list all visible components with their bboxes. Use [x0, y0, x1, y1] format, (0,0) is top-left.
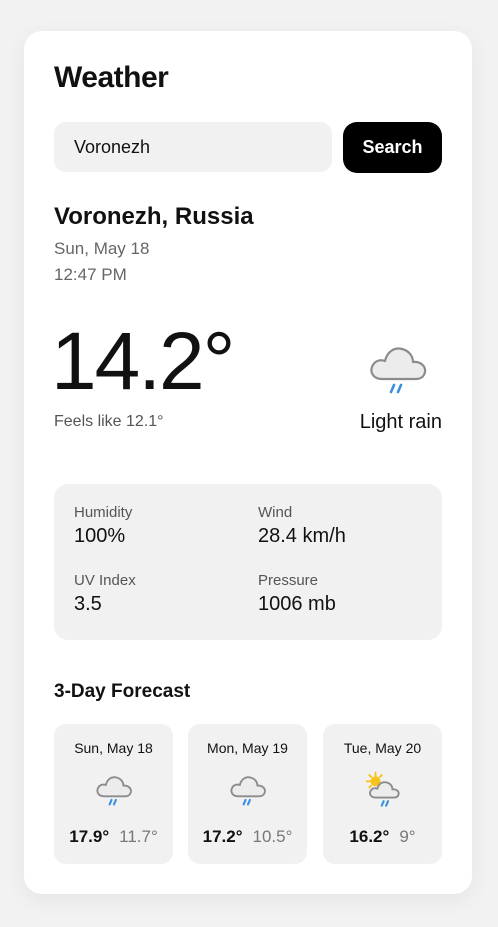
- forecast-temps: 17.2° 10.5°: [188, 827, 307, 847]
- condition-text: Light rain: [359, 411, 442, 433]
- details-panel: Humidity 100% Wind 28.4 km/h UV Index 3.…: [54, 484, 442, 640]
- search-button[interactable]: Search: [343, 122, 442, 173]
- cloud-rain-icon: [96, 776, 132, 806]
- app-title: Weather: [54, 61, 169, 94]
- humidity-value: 100%: [74, 525, 126, 547]
- search-input[interactable]: [54, 122, 332, 172]
- forecast-day-card: Sun, May 18 17.9° 11.7°: [54, 724, 173, 864]
- pressure-label: Pressure: [258, 572, 319, 589]
- forecast-low: 9°: [399, 827, 416, 846]
- forecast-day-card: Tue, May 20 16.2° 9°: [323, 724, 442, 864]
- feels-like: Feels like 12.1°: [54, 413, 164, 430]
- uv-detail: UV Index 3.5: [74, 572, 136, 616]
- current-temperature: 14.2°: [51, 316, 235, 407]
- sun-cloud-rain-icon: [365, 771, 400, 807]
- current-time: 12:47 PM: [54, 265, 127, 284]
- cloud-rain-icon: [370, 347, 427, 394]
- weather-card: Weather Search Voronezh, Russia Sun, May…: [24, 31, 472, 894]
- current-date: Sun, May 18: [54, 239, 150, 258]
- humidity-detail: Humidity 100%: [74, 504, 132, 548]
- wind-value: 28.4 km/h: [258, 525, 346, 547]
- forecast-temps: 17.9° 11.7°: [54, 827, 173, 847]
- wind-detail: Wind 28.4 km/h: [258, 504, 346, 548]
- cloud-rain-icon: [230, 776, 266, 806]
- forecast-day-label: Mon, May 19: [207, 740, 288, 756]
- forecast-high: 16.2°: [349, 827, 390, 846]
- location-name: Voronezh, Russia: [54, 203, 254, 230]
- forecast-day-label: Tue, May 20: [343, 740, 422, 756]
- forecast-low: 11.7°: [119, 827, 158, 846]
- pressure-value: 1006 mb: [258, 593, 336, 615]
- forecast-high: 17.9°: [69, 827, 110, 846]
- forecast-title: 3-Day Forecast: [54, 681, 191, 702]
- pressure-detail: Pressure 1006 mb: [258, 572, 336, 616]
- humidity-label: Humidity: [74, 504, 133, 521]
- uv-label: UV Index: [74, 572, 136, 589]
- forecast-day-label: Sun, May 18: [74, 740, 153, 756]
- forecast-high: 17.2°: [202, 827, 243, 846]
- forecast-day-card: Mon, May 19 17.2° 10.5°: [188, 724, 307, 864]
- forecast-temps: 16.2° 9°: [323, 827, 442, 847]
- wind-label: Wind: [258, 504, 293, 521]
- uv-value: 3.5: [74, 593, 102, 615]
- forecast-low: 10.5°: [252, 827, 293, 846]
